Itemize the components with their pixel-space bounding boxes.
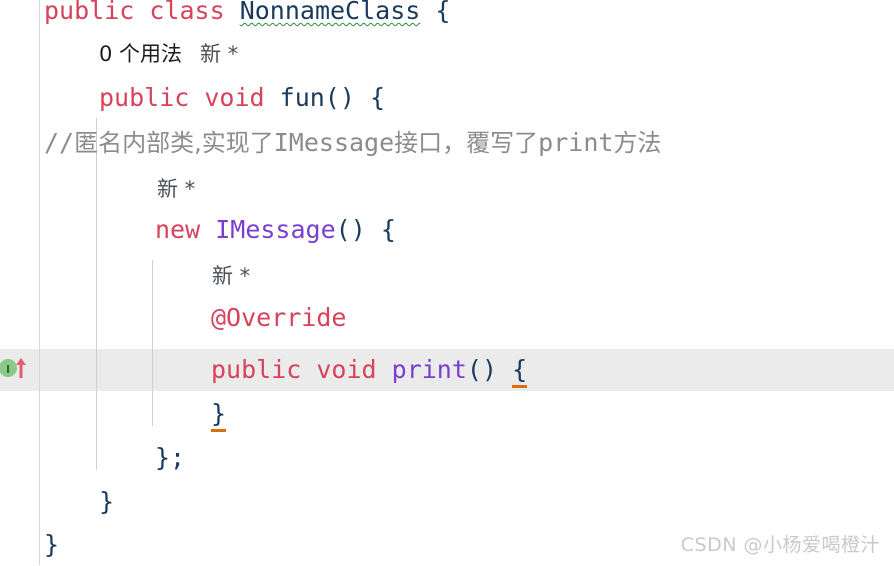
code-line-4-comment: //匿名内部类,实现了IMessage接口，覆写了print方法 [0,122,894,164]
inlay-hint-author-3[interactable]: 新 * [212,264,250,288]
inlay-hint-line-2[interactable]: 0 个用法新 * [0,33,894,75]
token-comment-ident-print: print [538,128,614,157]
token-comment-text-b: ,实现了 [194,129,274,157]
code-line-6: new IMessage() { [0,209,894,251]
token-keyword-new: new [155,215,201,244]
code-line-1: public class NonnameClass { [0,0,894,32]
token-open-brace-3: { [369,83,386,112]
token-keyword-class: class [149,0,225,25]
token-open-brace-6: { [380,215,396,244]
token-comment-text-a: 匿名内部类 [74,129,195,157]
token-comment-text-c: 接口，覆写了 [394,129,539,157]
token-open-brace-1: { [435,0,451,25]
code-text-layer: public class NonnameClass { 0 个用法新 * pub… [0,0,894,565]
token-method-print: print [391,355,467,384]
token-close-brace-12: } [99,487,115,516]
token-keyword-public-3: public [211,355,302,384]
token-comment-text-d: 方法 [613,129,662,157]
token-annotation-override: @Override [211,303,347,332]
code-line-10: } [0,393,894,435]
code-editor[interactable]: I public class NonnameClass { 0 个用法新 * p… [0,0,894,565]
token-parens-9: () [466,355,498,384]
token-comment-slashes: // [44,128,75,157]
token-type-imessage: IMessage [215,215,336,244]
token-keyword-public: public [44,0,135,25]
token-open-brace-9: { [512,355,528,388]
token-parens-6: () [335,215,366,244]
inlay-hint-author-2[interactable]: 新 * [157,177,195,201]
inlay-hint-usages[interactable]: 0 个用法 [99,42,182,66]
code-line-11: }; [0,437,894,479]
code-line-3: public void fun() { [0,77,894,119]
csdn-watermark: CSDN @小杨爱喝橙汁 [680,534,880,556]
code-line-12: } [0,481,894,523]
code-line-9: public void print() { [0,349,894,391]
token-keyword-public-2: public [99,83,190,112]
svg-text:I: I [6,363,10,376]
token-close-brace-11: }; [155,443,186,472]
token-class-name: NonnameClass [239,0,421,25]
inlay-hint-line-7[interactable]: 新 * [0,255,894,297]
implementing-method-icon[interactable]: I [0,356,32,380]
inlay-hint-line-5[interactable]: 新 * [0,168,894,210]
token-keyword-void: void [204,83,265,112]
code-line-8: @Override [0,297,894,339]
token-keyword-void-2: void [316,355,377,384]
token-comment-ident-imessage: IMessage [273,128,395,157]
token-close-brace-13: } [44,530,60,559]
token-method-fun: fun() [279,83,355,112]
token-close-brace-10: } [211,399,227,432]
inlay-hint-author[interactable]: 新 * [200,42,238,66]
